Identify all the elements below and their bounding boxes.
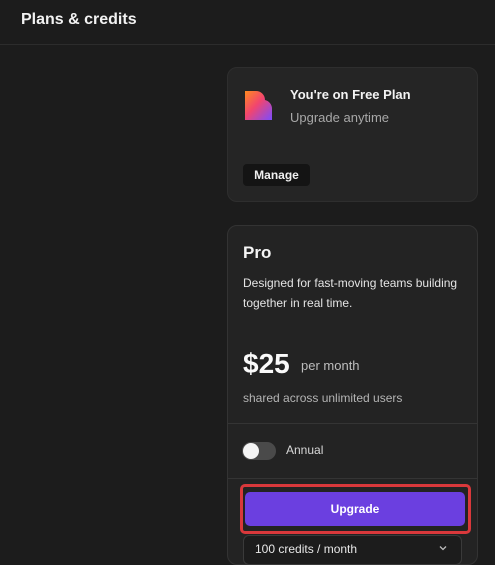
toggle-knob <box>243 443 259 459</box>
price-amount: $25 <box>243 348 290 379</box>
heart-logo-icon <box>245 91 273 120</box>
annual-label: Annual <box>286 443 324 457</box>
pro-plan-description: Designed for fast-moving teams building … <box>243 276 458 310</box>
pro-plan-name: Pro <box>243 243 272 262</box>
divider <box>228 478 477 479</box>
manage-button[interactable]: Manage <box>243 164 310 186</box>
price-note: shared across unlimited users <box>243 391 403 405</box>
annual-toggle[interactable] <box>242 442 276 460</box>
upgrade-button[interactable]: Upgrade <box>245 492 465 526</box>
page-title: Plans & credits <box>21 11 137 28</box>
divider <box>228 423 477 424</box>
plan-title: You're on Free Plan <box>290 87 411 102</box>
price-period: per month <box>301 358 360 373</box>
current-plan-card: You're on Free Plan Upgrade anytime Mana… <box>227 67 478 202</box>
plan-subtitle: Upgrade anytime <box>290 110 389 125</box>
chevron-down-icon <box>439 546 447 551</box>
header-divider <box>0 44 495 45</box>
credits-selected-value: 100 credits / month <box>255 542 358 556</box>
credits-dropdown[interactable]: 100 credits / month <box>243 535 462 565</box>
